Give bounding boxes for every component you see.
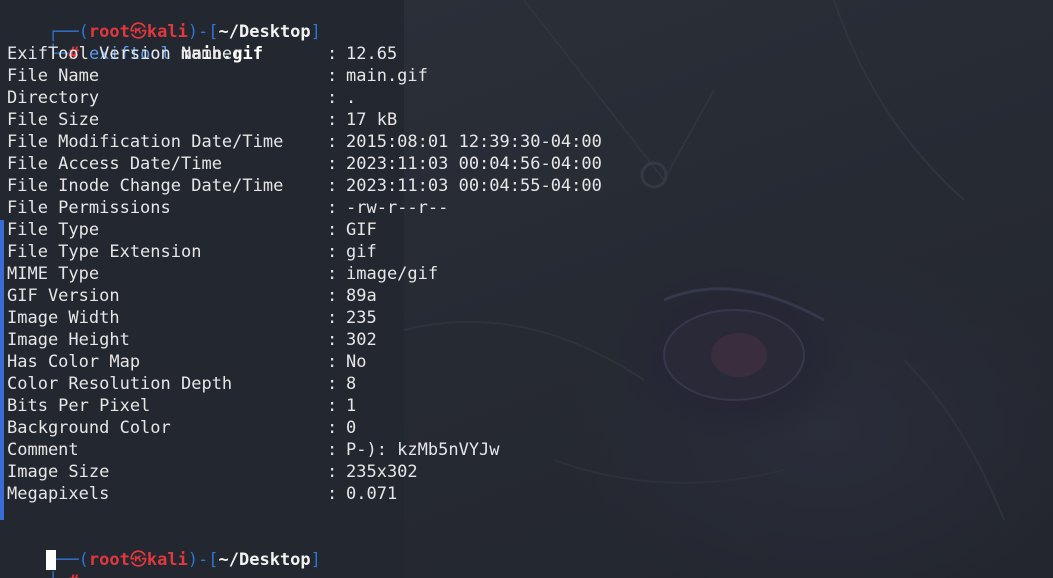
output-key: Bits Per Pixel xyxy=(7,396,151,416)
output-value: 235 xyxy=(346,308,377,328)
output-value: gif xyxy=(346,242,377,262)
prompt-line-input[interactable]: └─# xyxy=(7,549,79,578)
output-value: 2023:11:03 00:04:55-04:00 xyxy=(346,176,602,196)
output-separator: : xyxy=(327,264,338,284)
prompt-corner: └─ xyxy=(48,572,68,578)
output-key: File Access Date/Time xyxy=(7,154,222,174)
output-value: 302 xyxy=(346,330,377,350)
output-separator: : xyxy=(327,198,338,218)
output-separator: : xyxy=(327,374,338,394)
output-value: 12.65 xyxy=(346,44,398,64)
output-key: Comment xyxy=(7,440,79,460)
output-separator: : xyxy=(327,132,338,152)
output-separator: : xyxy=(327,154,338,174)
output-value: main.gif xyxy=(346,66,428,86)
output-separator: : xyxy=(327,462,338,482)
prompt-line-top-2: ┌──(root㉿kali)-[~/Desktop] xyxy=(7,527,321,570)
output-key: File Permissions xyxy=(7,198,171,218)
selection-indicator xyxy=(0,220,4,520)
output-key: Image Width xyxy=(7,308,120,328)
output-key: MIME Type xyxy=(7,264,100,284)
output-separator: : xyxy=(327,352,338,372)
output-value: 1 xyxy=(346,396,357,416)
prompt-host: kali xyxy=(146,550,188,570)
output-key: Image Size xyxy=(7,462,110,482)
prompt-frame-mid: )-[ xyxy=(187,550,219,570)
output-key: File Size xyxy=(7,110,100,130)
output-key: Has Color Map xyxy=(7,352,141,372)
output-separator: : xyxy=(327,176,338,196)
output-value: 235x302 xyxy=(346,462,418,482)
wallpaper-background xyxy=(404,0,1053,578)
output-value: 0 xyxy=(346,418,357,438)
output-value: 89a xyxy=(346,286,377,306)
output-value: No xyxy=(346,352,367,372)
output-key: Directory xyxy=(7,88,100,108)
output-key: File Inode Change Date/Time xyxy=(7,176,284,196)
output-separator: : xyxy=(327,242,338,262)
output-key: GIF Version xyxy=(7,286,120,306)
output-key: File Type xyxy=(7,220,100,240)
prompt-line-command: └─# exiftool main.gif xyxy=(7,21,263,64)
output-separator: : xyxy=(327,330,338,350)
output-value: 2015:08:01 12:39:30-04:00 xyxy=(346,132,602,152)
prompt-frame-end: ] xyxy=(310,550,321,570)
wallpaper-art xyxy=(404,0,1005,521)
prompt-frame-end: ] xyxy=(310,22,321,42)
output-separator: : xyxy=(327,286,338,306)
output-separator: : xyxy=(327,220,338,240)
output-key: Image Height xyxy=(7,330,130,350)
output-separator: : xyxy=(327,44,338,64)
output-key: Megapixels xyxy=(7,484,110,504)
output-separator: : xyxy=(327,88,338,108)
output-value: 8 xyxy=(346,374,357,394)
prompt-user: root xyxy=(88,550,130,570)
prompt-path: ~/Desktop xyxy=(218,550,311,570)
output-separator: : xyxy=(327,440,338,460)
output-key: File Name xyxy=(7,66,100,86)
output-value: 17 kB xyxy=(346,110,398,130)
output-value: 0.071 xyxy=(346,484,398,504)
output-key: File Type Extension xyxy=(7,242,202,262)
output-separator: : xyxy=(327,396,338,416)
output-value: P-): kzMb5nVYJw xyxy=(346,440,500,460)
output-value: GIF xyxy=(346,220,377,240)
output-key: Color Resolution Depth xyxy=(7,374,233,394)
text-cursor xyxy=(46,550,56,570)
prompt-hash: # xyxy=(68,572,78,578)
output-separator: : xyxy=(327,484,338,504)
output-key: ExifTool Version Number xyxy=(7,44,243,64)
terminal-window[interactable]: ┌──(root㉿kali)-[~/Desktop] └─# exiftool … xyxy=(0,0,1053,578)
output-separator: : xyxy=(327,110,338,130)
output-value: -rw-r--r-- xyxy=(346,198,449,218)
output-value: 2023:11:03 00:04:56-04:00 xyxy=(346,154,602,174)
output-value: . xyxy=(346,88,357,108)
kali-skull-icon: ㉿ xyxy=(129,550,147,570)
output-key: Background Color xyxy=(7,418,171,438)
output-separator: : xyxy=(327,308,338,328)
output-key: File Modification Date/Time xyxy=(7,132,284,152)
output-value: image/gif xyxy=(346,264,439,284)
output-separator: : xyxy=(327,418,338,438)
output-separator: : xyxy=(327,66,338,86)
prompt-line-top: ┌──(root㉿kali)-[~/Desktop] xyxy=(7,0,321,42)
